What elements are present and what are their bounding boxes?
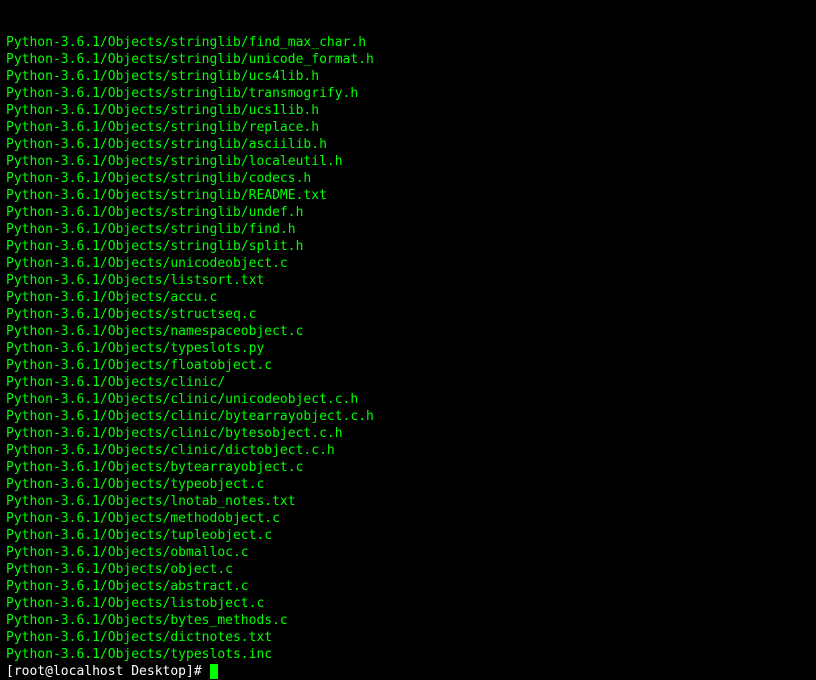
terminal-output-line: Python-3.6.1/Objects/namespaceobject.c (6, 323, 810, 340)
terminal-output-line: Python-3.6.1/Objects/clinic/dictobject.c… (6, 442, 810, 459)
terminal-output-line: Python-3.6.1/Objects/clinic/unicodeobjec… (6, 391, 810, 408)
terminal-output-line: Python-3.6.1/Objects/listobject.c (6, 595, 810, 612)
terminal-output-line: Python-3.6.1/Objects/floatobject.c (6, 357, 810, 374)
terminal-output-line: Python-3.6.1/Objects/unicodeobject.c (6, 255, 810, 272)
terminal-output-line: Python-3.6.1/Objects/stringlib/localeuti… (6, 153, 810, 170)
terminal-output-line: Python-3.6.1/Objects/stringlib/README.tx… (6, 187, 810, 204)
terminal-output-line: Python-3.6.1/Objects/dictnotes.txt (6, 629, 810, 646)
terminal-output-line: Python-3.6.1/Objects/stringlib/undef.h (6, 204, 810, 221)
terminal-output-line: Python-3.6.1/Objects/listsort.txt (6, 272, 810, 289)
terminal-output-line: Python-3.6.1/Objects/structseq.c (6, 306, 810, 323)
shell-prompt: [root@localhost Desktop]# (6, 664, 210, 679)
terminal-output-line: Python-3.6.1/Objects/accu.c (6, 289, 810, 306)
terminal-output-line: Python-3.6.1/Objects/typeslots.py (6, 340, 810, 357)
terminal-output-line: Python-3.6.1/Objects/typeobject.c (6, 476, 810, 493)
terminal-output-line: Python-3.6.1/Objects/lnotab_notes.txt (6, 493, 810, 510)
terminal-output-line: Python-3.6.1/Objects/abstract.c (6, 578, 810, 595)
terminal-output-line: Python-3.6.1/Objects/stringlib/ucs4lib.h (6, 68, 810, 85)
terminal-window[interactable]: Python-3.6.1/Objects/stringlib/find_max_… (6, 0, 810, 680)
terminal-output-line: Python-3.6.1/Objects/object.c (6, 561, 810, 578)
terminal-output-line: Python-3.6.1/Objects/bytes_methods.c (6, 612, 810, 629)
terminal-output-line: Python-3.6.1/Objects/typeslots.inc (6, 646, 810, 663)
terminal-output-line: Python-3.6.1/Objects/clinic/ (6, 374, 810, 391)
terminal-output-line: Python-3.6.1/Objects/stringlib/asciilib.… (6, 136, 810, 153)
terminal-output-line: Python-3.6.1/Objects/obmalloc.c (6, 544, 810, 561)
terminal-output-line: Python-3.6.1/Objects/bytearrayobject.c (6, 459, 810, 476)
terminal-output-line: Python-3.6.1/Objects/stringlib/find.h (6, 221, 810, 238)
terminal-output-line: Python-3.6.1/Objects/tupleobject.c (6, 527, 810, 544)
terminal-output-line: Python-3.6.1/Objects/stringlib/unicode_f… (6, 51, 810, 68)
terminal-output-line: Python-3.6.1/Objects/stringlib/codecs.h (6, 170, 810, 187)
terminal-output-line: Python-3.6.1/Objects/methodobject.c (6, 510, 810, 527)
terminal-output-line: Python-3.6.1/Objects/stringlib/transmogr… (6, 85, 810, 102)
terminal-output-line: Python-3.6.1/Objects/clinic/bytesobject.… (6, 425, 810, 442)
cursor-block (210, 664, 218, 679)
terminal-output-line: Python-3.6.1/Objects/stringlib/replace.h (6, 119, 810, 136)
terminal-output-line: Python-3.6.1/Objects/stringlib/ucs1lib.h (6, 102, 810, 119)
terminal-output-line: Python-3.6.1/Objects/stringlib/find_max_… (6, 34, 810, 51)
terminal-output-line: Python-3.6.1/Objects/stringlib/split.h (6, 238, 810, 255)
terminal-output-line: Python-3.6.1/Objects/clinic/bytearrayobj… (6, 408, 810, 425)
